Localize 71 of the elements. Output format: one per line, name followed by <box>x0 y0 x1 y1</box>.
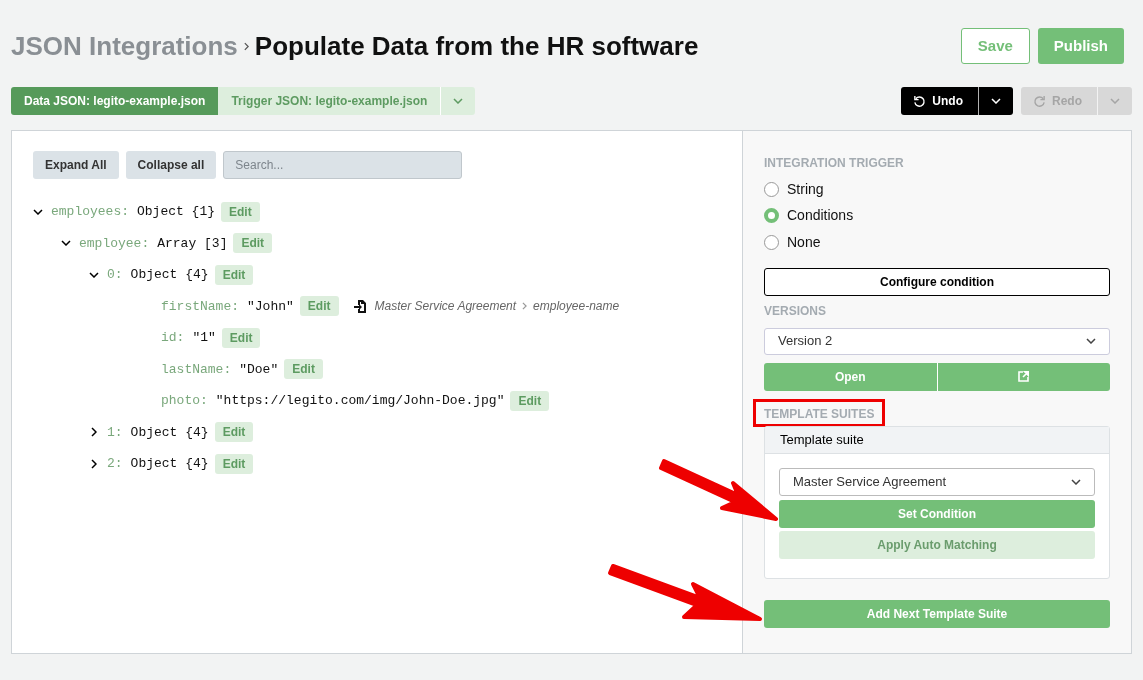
breadcrumb-chevron-icon <box>522 302 528 311</box>
json-key: lastName: <box>161 359 232 379</box>
json-value: "1" <box>192 329 216 347</box>
mapping-path: employee-name <box>533 298 620 316</box>
mapping-path: Master Service Agreement <box>374 298 517 316</box>
chevron-down-icon <box>89 271 99 278</box>
caret-icon <box>1086 338 1096 344</box>
import-file-icon <box>353 299 366 313</box>
edit-button[interactable]: Edit <box>284 359 323 380</box>
json-key: 0: <box>107 265 123 285</box>
edit-button[interactable]: Edit <box>221 201 260 222</box>
json-key: employee: <box>79 233 150 253</box>
edit-button[interactable]: Edit <box>221 327 261 348</box>
breadcrumb-chevron-icon <box>243 41 249 51</box>
toolbar-button[interactable]: Collapse all <box>125 151 217 179</box>
json-value: Object {4} <box>130 423 209 442</box>
set-condition-button[interactable]: Set Condition <box>779 499 1095 528</box>
chevron-right-icon <box>91 458 97 469</box>
toolbar-button[interactable]: Expand All <box>33 151 119 179</box>
json-tab[interactable]: Data JSON: legito-example.json <box>11 87 219 115</box>
json-key: 2: <box>107 454 123 474</box>
radio-button[interactable] <box>764 234 779 250</box>
json-value: Object {4} <box>130 455 209 473</box>
template-select[interactable]: Master Service Agreement <box>779 467 1095 496</box>
chevron-right-icon <box>91 427 97 438</box>
undo-icon <box>913 94 927 108</box>
add-template-suite-button[interactable]: Add Next Template Suite <box>764 599 1110 628</box>
caret-icon <box>1110 98 1120 104</box>
json-value: "Doe" <box>239 360 279 379</box>
json-value: Object {4} <box>130 266 209 284</box>
card-title: Template suite <box>780 430 864 449</box>
auto-matching-button[interactable]: Apply Auto Matching <box>779 530 1095 559</box>
edit-button[interactable]: Edit <box>214 422 254 443</box>
chevron-down-icon <box>33 208 43 215</box>
edit-button[interactable]: Edit <box>233 233 273 254</box>
json-key: id: <box>161 328 185 348</box>
json-tab[interactable]: Trigger JSON: legito-example.json <box>218 87 441 115</box>
json-value: "John" <box>247 297 294 316</box>
section-heading: TEMPLATE SUITES <box>764 405 875 423</box>
json-key: 1: <box>107 422 123 442</box>
caret-icon <box>1071 478 1081 485</box>
caret-icon <box>453 98 464 104</box>
edit-button[interactable]: Edit <box>214 453 254 474</box>
external-link-icon <box>1018 371 1030 382</box>
publish-button[interactable]: Publish <box>1037 28 1124 64</box>
radio-label: Conditions <box>787 206 854 226</box>
edit-button[interactable]: Edit <box>299 296 339 317</box>
open-button[interactable]: Open <box>764 362 937 391</box>
json-key: photo: <box>161 391 208 411</box>
radio-label: None <box>787 232 821 252</box>
json-key: firstName: <box>161 296 239 316</box>
json-value: Array [3] <box>157 234 228 253</box>
configure-condition-button[interactable]: Configure condition <box>764 267 1110 296</box>
radio-button[interactable] <box>764 208 779 224</box>
breadcrumb-link[interactable]: JSON Integrations <box>11 26 238 66</box>
radio-label: String <box>787 179 824 199</box>
edit-button[interactable]: Edit <box>510 390 550 411</box>
edit-button[interactable]: Edit <box>214 264 254 285</box>
json-value: "https://legito.com/img/John-Doe.jpg" <box>215 392 505 410</box>
radio-button[interactable] <box>764 181 779 197</box>
search-field[interactable]: Search... <box>223 151 463 179</box>
redo-icon <box>1033 94 1046 108</box>
chevron-down-icon <box>61 240 71 247</box>
save-button[interactable]: Save <box>960 28 1030 64</box>
version-select[interactable]: Version 2 <box>764 327 1110 355</box>
json-value: Object {1} <box>137 203 216 221</box>
json-key: employees: <box>51 202 129 222</box>
caret-icon <box>991 98 1001 104</box>
section-heading: INTEGRATION TRIGGER <box>764 155 904 172</box>
page-title: Populate Data from the HR software <box>254 29 699 63</box>
section-heading: VERSIONS <box>764 302 826 320</box>
